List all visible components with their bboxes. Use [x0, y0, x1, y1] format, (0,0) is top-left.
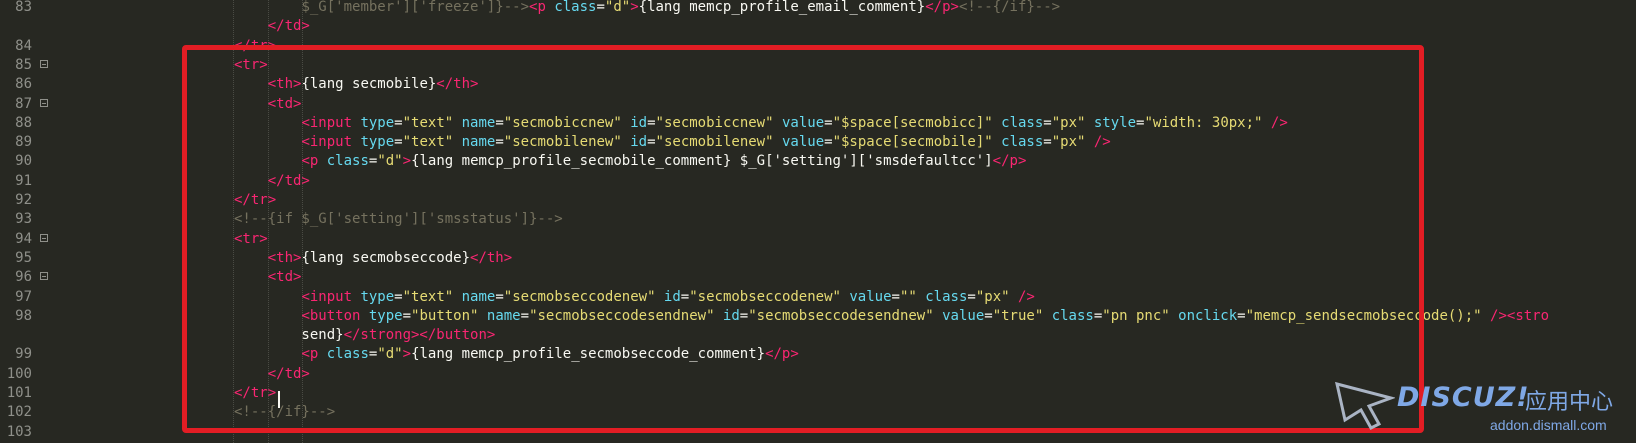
line-number: 102 [6, 404, 32, 421]
watermark-cn-label: 应用中心 [1525, 390, 1614, 415]
line-number: 89 [15, 134, 32, 151]
line-number: 92 [15, 192, 32, 208]
highlight-annotation-box [182, 45, 1424, 433]
line-number: 84 [15, 37, 32, 54]
text-cursor [278, 391, 280, 408]
line-number: 88 [15, 114, 32, 131]
line-number: 97 [15, 288, 32, 305]
fold-toggle-icon[interactable] [40, 272, 48, 281]
line-number: 100 [6, 365, 32, 382]
line-number: 86 [15, 76, 32, 93]
line-number: 98 [15, 307, 32, 324]
code-text: $_G['member']['freeze']}--><p class="d">… [301, 0, 1061, 15]
line-number: 95 [15, 249, 32, 266]
line-number: 101 [6, 385, 32, 401]
code-text: </td> [267, 18, 310, 35]
cursor-arrow-icon [1335, 381, 1395, 430]
line-number: 85 [15, 56, 32, 73]
fold-toggle-icon[interactable] [40, 59, 48, 68]
watermark-url: addon.dismall.com [1490, 417, 1607, 433]
line-number: 87 [15, 95, 32, 112]
line-number: 83 [15, 0, 32, 15]
fold-toggle-icon[interactable] [40, 98, 48, 107]
line-number: 96 [15, 269, 32, 286]
discuz-watermark: DISCUZ! 应用中心 addon.dismall.com [1335, 380, 1635, 440]
line-number: 90 [15, 153, 32, 170]
fold-toggle-icon[interactable] [40, 233, 48, 242]
watermark-brand: DISCUZ! [1397, 382, 1530, 413]
line-number: 93 [15, 211, 32, 228]
line-number: 94 [15, 230, 32, 247]
line-number: 99 [15, 346, 32, 363]
code-editor[interactable]: 83 $_G['member']['freeze']}--><p class="… [0, 0, 1636, 443]
line-number: 91 [15, 172, 32, 189]
line-number: 103 [6, 423, 32, 440]
